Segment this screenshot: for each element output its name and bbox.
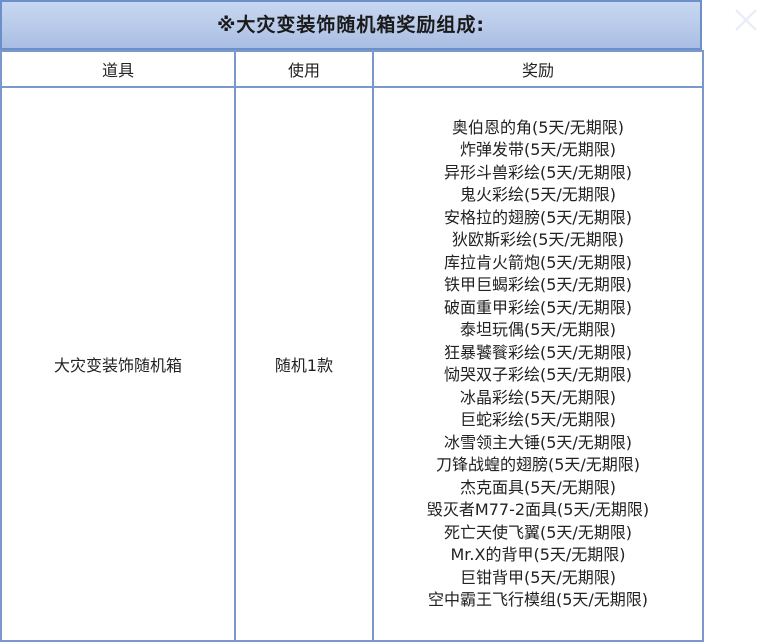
list-item: 冰晶彩绘(5天/无期限) xyxy=(459,387,617,407)
list-item: 杰克面具(5天/无期限) xyxy=(459,477,617,497)
table-header-row: 道具 使用 奖励 xyxy=(0,50,704,88)
close-button[interactable] xyxy=(730,4,762,36)
list-item: 刀锋战蝗的翅膀(5天/无期限) xyxy=(435,455,641,474)
list-item: 异形斗兽彩绘(5天/无期限) xyxy=(443,162,633,182)
item-cell: 大灾变装饰随机箱 xyxy=(0,86,236,642)
page-title: ※大灾变装饰随机箱奖励组成: xyxy=(0,0,702,50)
list-item: 库拉肯火箭炮(5天/无期限) xyxy=(443,252,633,272)
column-header-reward: 奖励 xyxy=(372,50,704,88)
reward-list: 奥伯恩的角(5天/无期限) 炸弹发带(5天/无期限) 异形斗兽彩绘(5天/无期限) 鬼… xyxy=(374,117,702,612)
list-item: 狄欧斯彩绘(5天/无期限) xyxy=(451,230,625,249)
reward-cell: 奥伯恩的角(5天/无期限) 炸弹发带(5天/无期限) 异形斗兽彩绘(5天/无期限) 鬼… xyxy=(372,86,704,642)
column-header-item: 道具 xyxy=(0,50,236,88)
reward-panel: ※大灾变装饰随机箱奖励组成: 道具 使用 奖励 大灾变装饰随机箱 随机1款 奥伯… xyxy=(0,0,704,642)
list-item: 毁灭者M77-2面具(5天/无期限) xyxy=(426,500,650,519)
reward-table: 道具 使用 奖励 大灾变装饰随机箱 随机1款 奥伯恩的角(5天/无期限) 炸弹发带… xyxy=(0,50,704,642)
list-item: 泰坦玩偶(5天/无期限) xyxy=(459,320,617,339)
list-item: 空中霸王飞行模组(5天/无期限) xyxy=(427,590,649,609)
usage-cell: 随机1款 xyxy=(234,86,374,642)
list-item: Mr.X的背甲(5天/无期限) xyxy=(450,545,626,564)
list-item: 铁甲巨蝎彩绘(5天/无期限) xyxy=(443,275,633,294)
list-item: 奥伯恩的角(5天/无期限) xyxy=(451,117,625,137)
list-item: 巨蛇彩绘(5天/无期限) xyxy=(459,410,617,429)
list-item: 破面重甲彩绘(5天/无期限) xyxy=(443,297,633,317)
column-header-usage: 使用 xyxy=(234,50,374,88)
list-item: 冰雪领主大锤(5天/无期限) xyxy=(443,432,633,452)
close-icon xyxy=(735,9,757,31)
list-item: 狂暴饕餮彩绘(5天/无期限) xyxy=(443,342,633,362)
list-item: 死亡天使飞翼(5天/无期限) xyxy=(443,522,633,542)
list-item: 恸哭双子彩绘(5天/无期限) xyxy=(443,365,633,384)
list-item: 鬼火彩绘(5天/无期限) xyxy=(459,185,617,204)
table-row: 大灾变装饰随机箱 随机1款 奥伯恩的角(5天/无期限) 炸弹发带(5天/无期限) 异… xyxy=(0,86,704,642)
list-item: 炸弹发带(5天/无期限) xyxy=(459,140,617,159)
list-item: 安格拉的翅膀(5天/无期限) xyxy=(443,207,633,227)
list-item: 巨钳背甲(5天/无期限) xyxy=(459,567,617,587)
